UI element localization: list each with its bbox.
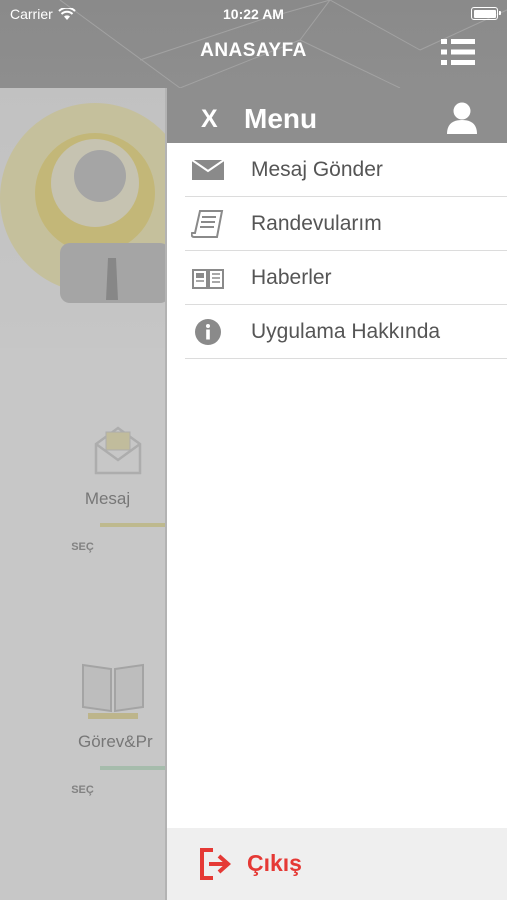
drawer-title: Menu [244, 103, 318, 134]
side-drawer: X Menu Mesaj Gönder Randevularım Haberle… [165, 88, 507, 900]
drawer-footer: Çıkış [167, 828, 507, 900]
menu-item-label: Mesaj Gönder [251, 158, 383, 181]
menu-item-label: Randevularım [251, 212, 382, 235]
menu-item-uygulama-hakkinda[interactable]: Uygulama Hakkında [185, 305, 507, 359]
drawer-menu-list: Mesaj Gönder Randevularım Haberler Uygul… [185, 143, 507, 359]
list-menu-icon[interactable] [441, 39, 475, 65]
logout-button[interactable]: Çıkış [247, 850, 302, 877]
user-icon[interactable] [445, 101, 479, 135]
menu-item-haberler[interactable]: Haberler [185, 251, 507, 305]
menu-item-label: Uygulama Hakkında [251, 320, 441, 343]
overlay-dim[interactable] [0, 88, 165, 900]
menu-item-mesaj-gonder[interactable]: Mesaj Gönder [185, 143, 507, 197]
scroll-icon [191, 210, 224, 238]
top-bar: Carrier 10:22 AM ANASAYFA [0, 0, 507, 88]
menu-item-randevularim[interactable]: Randevularım [185, 197, 507, 251]
newspaper-icon [192, 269, 224, 289]
status-time: 10:22 AM [223, 6, 284, 22]
drawer-header: X Menu [167, 88, 507, 143]
info-icon [195, 319, 221, 345]
logout-icon[interactable] [199, 846, 235, 882]
status-bar: Carrier 10:22 AM [0, 0, 507, 28]
page-title: ANASAYFA [200, 40, 307, 61]
envelope-icon [191, 159, 225, 180]
battery-icon [471, 7, 501, 20]
close-button[interactable]: X [201, 105, 218, 134]
menu-item-label: Haberler [251, 266, 332, 289]
